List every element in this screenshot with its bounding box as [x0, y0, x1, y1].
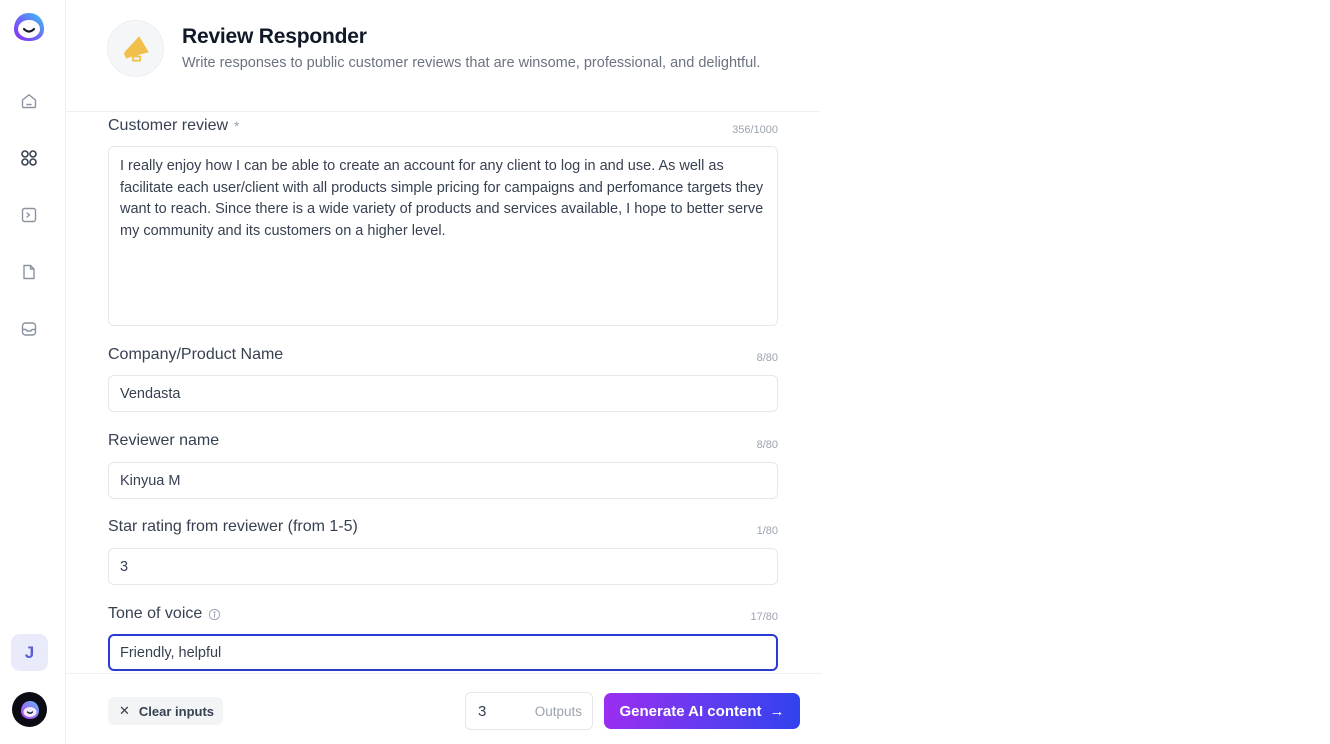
close-icon: ✕ [119, 703, 130, 718]
reviewer-name-label-text: Reviewer name [108, 432, 220, 449]
star-rating-label: Star rating from reviewer (from 1-5) [108, 518, 358, 536]
nav-inbox[interactable] [19, 319, 39, 339]
reviewer-name-input[interactable]: Kinyua M [108, 462, 778, 499]
tone-of-voice-input[interactable]: Friendly, helpful [108, 634, 778, 671]
outputs-value: 3 [478, 702, 487, 720]
company-name-label-text: Company/Product Name [108, 346, 284, 363]
generate-ai-content-button[interactable]: Generate AI content → [604, 693, 800, 729]
clear-inputs-button[interactable]: ✕ Clear inputs [108, 697, 223, 725]
customer-review-counter: 356/1000 [732, 124, 778, 136]
page-header: Review Responder Write responses to publ… [66, 0, 820, 112]
company-name-counter: 8/80 [756, 352, 778, 364]
outputs-label: Outputs [534, 703, 582, 719]
page-subtitle: Write responses to public customer revie… [182, 55, 761, 71]
nav-documents[interactable] [19, 262, 39, 282]
company-name-label: Company/Product Name [108, 346, 283, 364]
required-mark: * [234, 118, 240, 134]
jasper-logo-icon[interactable] [11, 10, 47, 44]
terminal-icon [21, 207, 37, 223]
tone-of-voice-label: Tone of voice [108, 605, 221, 623]
star-rating-counter: 1/80 [756, 525, 778, 537]
star-rating-input[interactable]: 3 [108, 548, 778, 585]
company-name-input[interactable]: Vendasta [108, 375, 778, 412]
assistant-avatar[interactable] [12, 692, 47, 727]
sidebar: J [0, 0, 66, 744]
info-icon[interactable] [208, 608, 221, 621]
document-icon [23, 264, 35, 280]
nav-commands[interactable] [19, 205, 39, 225]
bot-avatar-icon [20, 700, 39, 719]
tone-of-voice-counter: 17/80 [750, 611, 778, 623]
reviewer-name-label: Reviewer name [108, 432, 219, 450]
home-icon [21, 94, 37, 109]
customer-review-label-text: Customer review [108, 117, 229, 134]
star-rating-label-text: Star rating from reviewer (from 1-5) [108, 518, 358, 535]
nav-apps[interactable] [19, 148, 39, 168]
customer-review-label: Customer review * [108, 117, 239, 135]
template-icon [107, 20, 164, 77]
megaphone-icon [123, 35, 149, 62]
grid-icon [21, 150, 37, 166]
inbox-icon [21, 322, 37, 336]
generate-label: Generate AI content [619, 702, 762, 720]
customer-review-textarea[interactable]: I really enjoy how I can be able to crea… [108, 146, 778, 326]
user-avatar[interactable]: J [11, 634, 48, 671]
outputs-count-input[interactable]: 3 Outputs [465, 692, 593, 730]
arrow-right-icon: → [769, 702, 785, 720]
tone-of-voice-label-text: Tone of voice [108, 605, 203, 622]
clear-inputs-label: Clear inputs [138, 703, 215, 719]
reviewer-name-counter: 8/80 [756, 439, 778, 451]
user-initial: J [24, 642, 35, 662]
nav-home[interactable] [19, 91, 39, 111]
page-title: Review Responder [182, 25, 367, 48]
